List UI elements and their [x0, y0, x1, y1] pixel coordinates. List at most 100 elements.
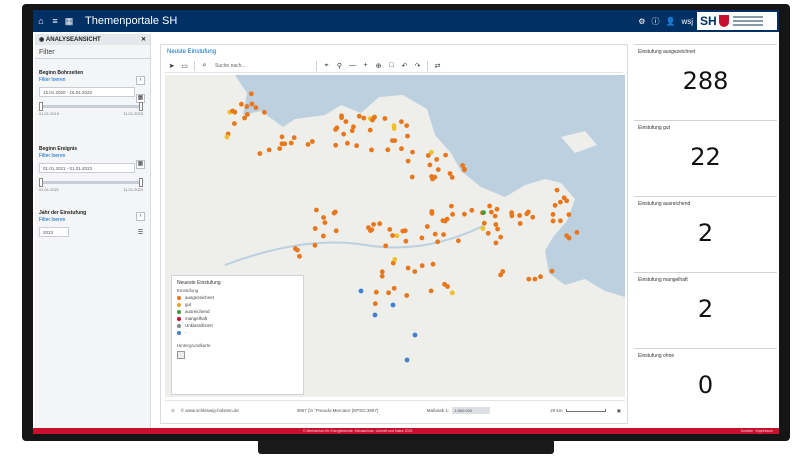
station-marker[interactable]	[232, 121, 237, 126]
station-marker[interactable]	[429, 211, 435, 216]
date-range-input[interactable]: 01.01.2021 - 01.01.2023	[39, 163, 135, 173]
station-marker[interactable]	[321, 233, 326, 239]
station-marker[interactable]	[248, 91, 254, 97]
station-marker[interactable]	[424, 224, 430, 229]
station-marker[interactable]	[379, 269, 385, 275]
station-marker[interactable]	[498, 234, 504, 240]
station-marker[interactable]	[549, 268, 555, 274]
station-marker[interactable]	[354, 143, 359, 149]
station-marker[interactable]	[305, 142, 311, 147]
station-marker[interactable]	[456, 238, 461, 244]
station-marker[interactable]	[295, 247, 300, 253]
station-marker[interactable]	[442, 281, 447, 287]
station-marker[interactable]	[434, 157, 440, 162]
station-marker[interactable]	[443, 152, 448, 158]
station-marker[interactable]	[266, 147, 272, 153]
station-marker[interactable]	[554, 187, 560, 193]
station-marker[interactable]	[447, 171, 453, 176]
station-marker[interactable]	[441, 232, 446, 238]
station-marker[interactable]	[372, 301, 378, 307]
station-marker[interactable]	[333, 127, 338, 132]
station-marker[interactable]	[369, 227, 375, 233]
station-marker[interactable]	[432, 231, 438, 237]
station-marker[interactable]	[412, 332, 418, 338]
station-marker[interactable]	[390, 138, 395, 143]
station-marker[interactable]	[279, 141, 285, 147]
station-marker[interactable]	[322, 220, 328, 226]
station-marker[interactable]	[405, 265, 411, 271]
station-marker[interactable]	[525, 209, 531, 215]
station-marker[interactable]	[444, 216, 450, 222]
station-marker[interactable]	[224, 134, 230, 140]
station-marker[interactable]	[480, 226, 486, 231]
station-marker[interactable]	[312, 242, 318, 248]
location-icon[interactable]: ⌖	[320, 62, 333, 70]
info-icon[interactable]: ⓘ	[651, 16, 659, 27]
station-marker[interactable]	[419, 235, 425, 241]
map-info-icon[interactable]: ⊙	[171, 408, 175, 414]
station-marker[interactable]	[277, 146, 283, 151]
station-marker[interactable]	[312, 226, 318, 231]
minus-icon[interactable]: —	[346, 62, 359, 69]
station-marker[interactable]	[558, 199, 563, 205]
station-marker[interactable]	[386, 290, 391, 296]
station-marker[interactable]	[391, 285, 397, 291]
station-marker[interactable]	[550, 212, 556, 217]
station-marker[interactable]	[394, 233, 400, 239]
expand-button[interactable]: ‹	[136, 76, 145, 85]
station-marker[interactable]	[321, 215, 326, 220]
station-marker[interactable]	[402, 228, 408, 234]
scale-input[interactable]: 1:850.000	[452, 407, 491, 414]
station-marker[interactable]	[492, 213, 498, 219]
station-marker[interactable]	[391, 126, 397, 131]
station-marker[interactable]	[230, 108, 235, 114]
print-icon[interactable]: ▣	[617, 408, 621, 414]
station-marker[interactable]	[412, 269, 418, 274]
background-map-toggle[interactable]	[177, 351, 185, 359]
station-marker[interactable]	[262, 109, 267, 115]
station-marker[interactable]	[530, 214, 536, 220]
station-marker[interactable]	[404, 123, 410, 128]
station-marker[interactable]	[532, 276, 538, 282]
station-marker[interactable]	[462, 167, 467, 173]
station-marker[interactable]	[526, 276, 532, 282]
station-marker[interactable]	[382, 116, 388, 121]
station-marker[interactable]	[390, 302, 396, 308]
station-marker[interactable]	[361, 115, 367, 121]
station-marker[interactable]	[489, 209, 494, 215]
home-icon[interactable]: ⌂	[35, 16, 47, 26]
station-marker[interactable]	[291, 135, 297, 141]
redo-icon[interactable]: ↷	[411, 62, 424, 70]
share-icon[interactable]: ⇄	[431, 62, 444, 70]
slider-track[interactable]	[39, 178, 143, 187]
date-range-input[interactable]: 15.01.2020 - 16.01.2022	[39, 87, 135, 97]
station-marker[interactable]	[425, 153, 431, 158]
station-marker[interactable]	[566, 212, 572, 218]
station-marker[interactable]	[379, 273, 385, 279]
station-marker[interactable]	[449, 203, 454, 209]
station-marker[interactable]	[493, 222, 499, 227]
station-marker[interactable]	[485, 230, 491, 236]
station-marker[interactable]	[249, 101, 255, 107]
station-marker[interactable]	[377, 221, 383, 227]
station-marker[interactable]	[538, 274, 543, 280]
station-marker[interactable]	[487, 203, 492, 209]
station-marker[interactable]	[387, 227, 393, 232]
station-marker[interactable]	[494, 206, 500, 212]
station-marker[interactable]	[239, 101, 244, 107]
station-marker[interactable]	[314, 207, 319, 213]
station-marker[interactable]	[343, 119, 349, 124]
station-marker[interactable]	[279, 134, 285, 140]
slider-handle-min[interactable]	[39, 102, 43, 111]
station-marker[interactable]	[435, 239, 441, 245]
station-marker[interactable]	[372, 312, 378, 318]
clear-filter-link[interactable]: Filter loeren	[39, 153, 147, 159]
layers-icon[interactable]: ▭	[178, 62, 191, 70]
station-marker[interactable]	[469, 207, 475, 213]
year-select[interactable]: 2023	[39, 227, 69, 237]
station-marker[interactable]	[345, 140, 350, 146]
station-marker[interactable]	[358, 288, 364, 294]
station-marker[interactable]	[405, 158, 411, 164]
station-marker[interactable]	[332, 209, 338, 215]
station-marker[interactable]	[410, 149, 415, 155]
